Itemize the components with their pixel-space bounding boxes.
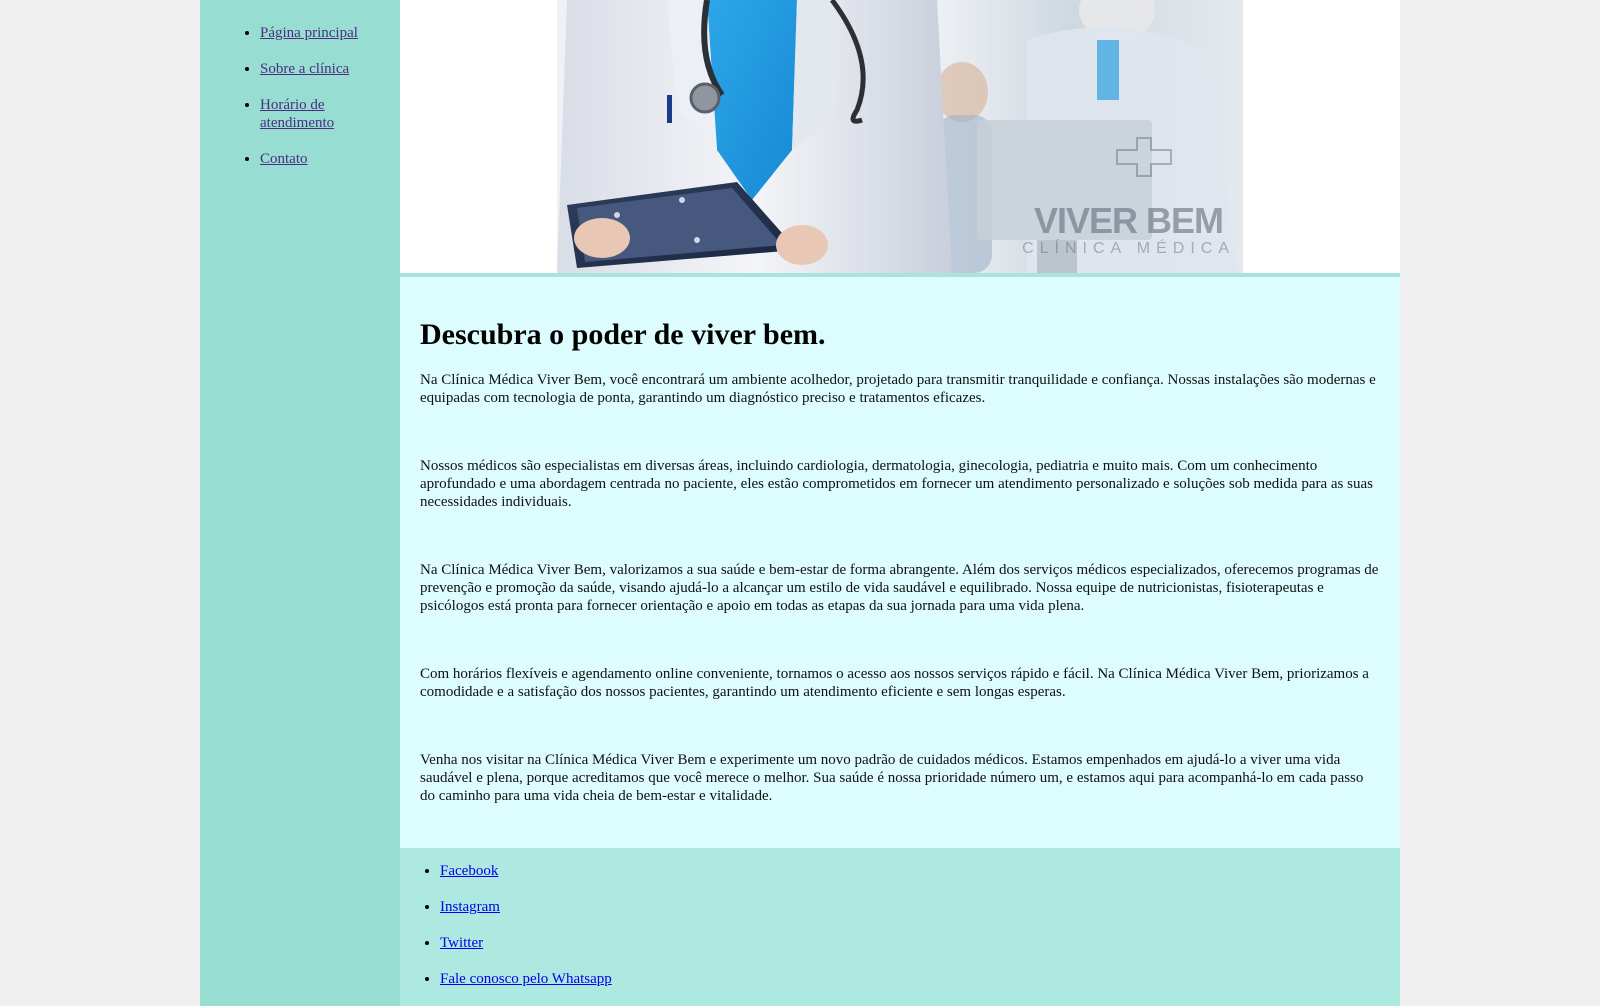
watermark-subtitle: CLÍNICA MÉDICA	[1022, 240, 1235, 257]
doctor-banner-image: VIVER BEM CLÍNICA MÉDICA	[557, 0, 1243, 273]
main-content: Descubra o poder de viver bem. Na Clínic…	[400, 277, 1400, 848]
footer-item-facebook: Facebook	[440, 862, 1400, 880]
footer: Facebook Instagram Twitter Fale conosco …	[400, 848, 1400, 1006]
sidebar-menu: Página principal Sobre a clínica Horário…	[200, 0, 400, 168]
content-paragraph: Nossos médicos são especialistas em dive…	[420, 458, 1373, 510]
twitter-link[interactable]: Twitter	[440, 935, 483, 951]
whatsapp-link[interactable]: Fale conosco pelo Whatsapp	[440, 971, 612, 987]
sidebar-link-contato[interactable]: Contato	[260, 151, 308, 167]
facebook-link[interactable]: Facebook	[440, 863, 498, 879]
banner: VIVER BEM CLÍNICA MÉDICA	[400, 0, 1400, 277]
page-title: Descubra o poder de viver bem.	[420, 318, 826, 351]
page-container: Página principal Sobre a clínica Horário…	[200, 0, 1400, 1006]
sidebar-item-contato: Contato	[260, 150, 378, 168]
sidebar-link-horario[interactable]: Horário de atendimento	[260, 97, 334, 131]
sidebar-link-pagina-principal[interactable]: Página principal	[260, 25, 358, 41]
footer-item-twitter: Twitter	[440, 934, 1400, 952]
sidebar-item-horario: Horário de atendimento	[260, 96, 378, 132]
content-paragraph: Com horários flexíveis e agendamento onl…	[420, 666, 1369, 700]
sidebar-link-sobre[interactable]: Sobre a clínica	[260, 61, 349, 77]
sidebar-item-pagina-principal: Página principal	[260, 24, 378, 42]
content-paragraph: Venha nos visitar na Clínica Médica Vive…	[420, 752, 1364, 804]
watermark-title: VIVER BEM	[1033, 200, 1224, 241]
footer-item-instagram: Instagram	[440, 898, 1400, 916]
sidebar-item-sobre: Sobre a clínica	[260, 60, 378, 78]
sidebar-nav: Página principal Sobre a clínica Horário…	[200, 0, 400, 1006]
content-paragraph: Na Clínica Médica Viver Bem, você encont…	[420, 372, 1376, 406]
footer-item-whatsapp: Fale conosco pelo Whatsapp	[440, 970, 1400, 988]
instagram-link[interactable]: Instagram	[440, 899, 500, 915]
content-paragraph: Na Clínica Médica Viver Bem, valorizamos…	[420, 562, 1379, 614]
footer-links: Facebook Instagram Twitter Fale conosco …	[400, 848, 1400, 988]
